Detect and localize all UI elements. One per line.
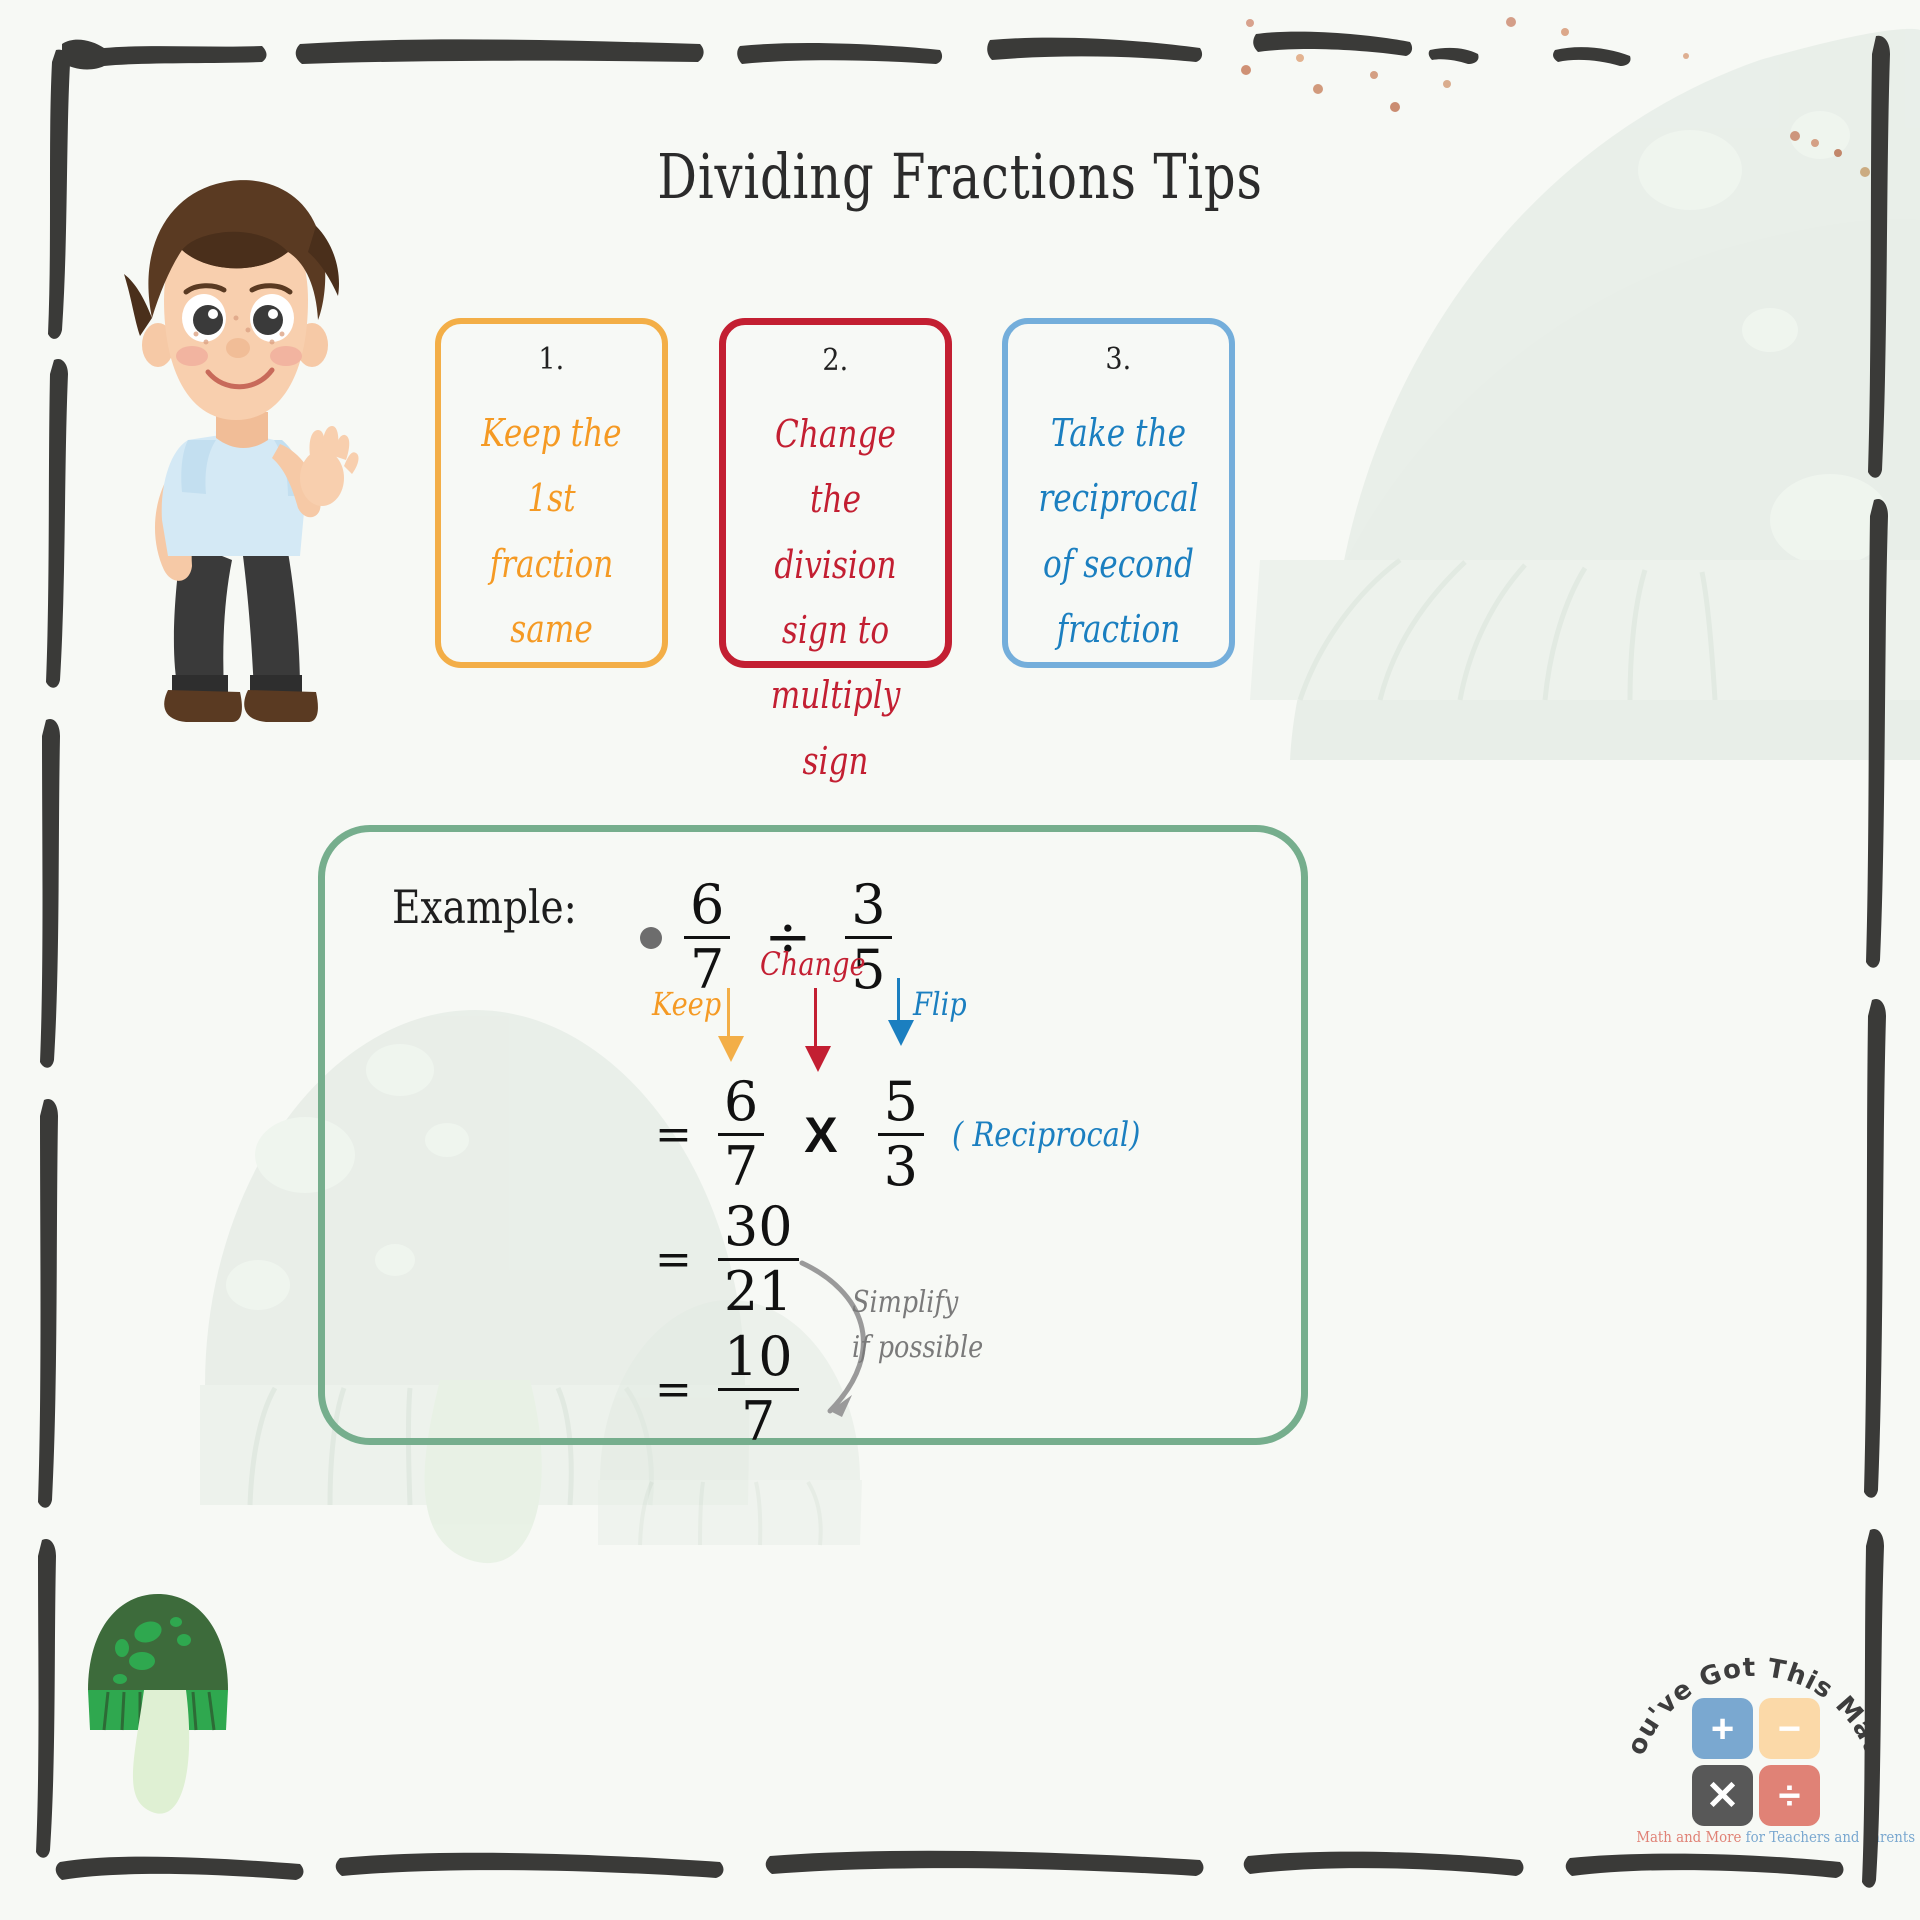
logo-tagline: Math and More for Teachers and Parents bbox=[1636, 1830, 1915, 1846]
flip-label: Flip bbox=[913, 985, 967, 1023]
equals-sign: = bbox=[655, 1364, 692, 1415]
fraction-6-7: 6 7 bbox=[717, 1070, 765, 1198]
denominator: 7 bbox=[741, 1390, 776, 1453]
waving-boy-illustration bbox=[124, 180, 359, 722]
multiplication-sign: X bbox=[804, 1106, 838, 1163]
denominator: 21 bbox=[723, 1260, 793, 1323]
example-row-3: = 30 21 bbox=[655, 1200, 799, 1319]
step-number-1: 1. bbox=[538, 342, 565, 377]
fraction-10-7: 10 7 bbox=[717, 1325, 799, 1453]
divide-icon: ÷ bbox=[1759, 1765, 1820, 1826]
waving-hand bbox=[300, 426, 359, 506]
green-mushroom bbox=[88, 1594, 228, 1814]
brand-logo[interactable]: You've Got This Math + − ✕ ÷ Math and Mo… bbox=[1630, 1630, 1915, 1860]
example-row-4: = 10 7 bbox=[655, 1330, 799, 1449]
step-card-2: 2. Change the division sign to multiply … bbox=[718, 318, 952, 783]
denominator: 3 bbox=[883, 1135, 918, 1198]
simplify-line-1: Simplify bbox=[852, 1285, 959, 1320]
numerator: 6 bbox=[723, 1070, 759, 1133]
numerator: 3 bbox=[851, 873, 886, 936]
step-number-2: 2. bbox=[822, 343, 848, 378]
flip-arrow-icon bbox=[888, 978, 914, 1046]
times-icon: ✕ bbox=[1692, 1765, 1753, 1826]
tagline-part-a: Math and More bbox=[1636, 1830, 1742, 1846]
step-number-3: 3. bbox=[1105, 342, 1132, 377]
plus-icon: + bbox=[1692, 1698, 1753, 1759]
infographic-canvas: Dividing Fractions Tips 1. Keep the 1st … bbox=[0, 0, 1920, 1920]
faded-mushroom-right bbox=[1250, 28, 1920, 760]
bullet-point bbox=[640, 926, 662, 949]
numerator: 5 bbox=[883, 1070, 918, 1133]
numerator: 6 bbox=[690, 873, 725, 936]
change-label: Change bbox=[760, 945, 866, 983]
fraction-30-21: 30 21 bbox=[717, 1195, 799, 1323]
simplify-line-2: if possible bbox=[852, 1330, 984, 1365]
page-title: Dividing Fractions Tips bbox=[657, 140, 1263, 213]
change-arrow-icon bbox=[805, 988, 831, 1072]
keep-arrow-icon bbox=[718, 988, 744, 1062]
step-card-1: 1. Keep the 1st fraction same bbox=[435, 318, 668, 668]
keep-label: Keep bbox=[652, 985, 722, 1023]
numerator: 10 bbox=[723, 1325, 793, 1388]
example-label: Example: bbox=[392, 880, 577, 934]
step-text-1: Keep the 1st fraction same bbox=[481, 411, 622, 652]
equals-sign: = bbox=[655, 1109, 692, 1160]
steps-row: 1. Keep the 1st fraction same 2. Change … bbox=[435, 318, 1235, 783]
step-card-3: 3. Take the reciprocal of second fractio… bbox=[1002, 318, 1235, 668]
equals-sign: = bbox=[655, 1234, 692, 1285]
minus-icon: − bbox=[1759, 1698, 1820, 1759]
fraction-5-3: 5 3 bbox=[877, 1070, 924, 1198]
logo-operation-grid: + − ✕ ÷ bbox=[1692, 1698, 1820, 1826]
denominator: 7 bbox=[723, 1135, 759, 1198]
step-text-3: Take the reciprocal of second fraction bbox=[1038, 411, 1199, 652]
step-text-2: Change the division sign to multiply sig… bbox=[770, 412, 900, 783]
simplify-note: Simplify if possible bbox=[852, 1280, 983, 1370]
reciprocal-note: ( Reciprocal) bbox=[951, 1114, 1141, 1155]
tagline-part-b: for Teachers and Parents bbox=[1741, 1830, 1916, 1846]
example-row-2: = 6 7 X 5 3 ( Reciprocal) bbox=[655, 1075, 1174, 1194]
fraction-6-7: 6 7 bbox=[684, 873, 731, 997]
numerator: 30 bbox=[723, 1195, 793, 1258]
